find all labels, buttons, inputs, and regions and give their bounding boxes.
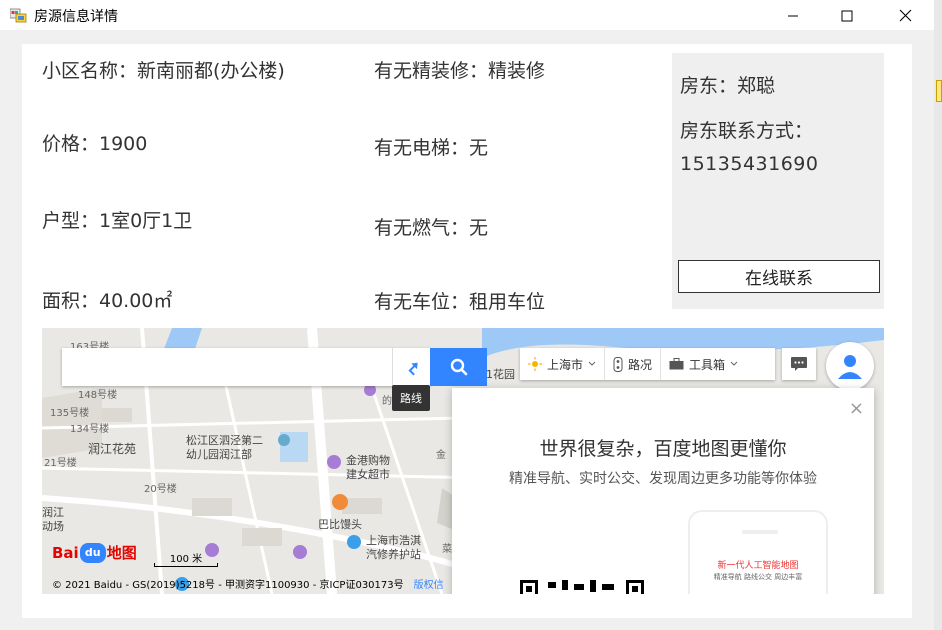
phone-speaker xyxy=(742,530,778,534)
phone-mockup: 新一代人工智能地图 精准导航 路线公交 周边丰富 xyxy=(688,510,828,594)
popup-subtitle: 精准导航、实时公交、发现周边更多功能等你体验 xyxy=(509,471,817,487)
traffic-button[interactable]: 路况 xyxy=(605,348,662,380)
chevron-down-icon xyxy=(588,361,596,366)
baidu-logo-map: 地图 xyxy=(106,544,137,562)
popup-close-button[interactable]: × xyxy=(849,398,864,419)
toolbox-button[interactable]: 工具箱 xyxy=(661,348,746,380)
minimize-button[interactable] xyxy=(770,0,816,31)
house-area: 面积：40.00㎡ xyxy=(42,290,173,312)
map-view[interactable]: 163号楼 148号楼 135号楼 134号楼 润江花苑 21号楼 20号楼 润… xyxy=(42,328,884,594)
map-scale: 100 米 xyxy=(154,550,218,567)
message-icon xyxy=(791,357,807,371)
city-label: 上海市 xyxy=(547,357,584,372)
title-bar: 房源信息详情 xyxy=(0,0,942,31)
route-tooltip: 路线 xyxy=(392,385,430,411)
elevator-status: 有无电梯：无 xyxy=(374,137,489,159)
map-label: 动场 xyxy=(42,520,64,533)
app-icon xyxy=(10,8,27,23)
map-label: 134号楼 xyxy=(70,424,110,435)
app-window: 房源信息详情 小区名称：新南丽都(办公楼) 价格：1900 户型：1室0厅1卫 … xyxy=(0,0,942,630)
map-label: 幼儿园润江部 xyxy=(186,448,252,461)
map-label: 20号楼 xyxy=(144,484,177,495)
baidu-logo-du: du xyxy=(79,542,106,563)
map-copyright-text: © 2021 Baidu - GS(2019)5218号 - 甲测资字11009… xyxy=(52,580,404,591)
parking-status: 有无车位：租用车位 xyxy=(374,291,546,313)
maximize-button[interactable] xyxy=(824,0,870,31)
background-window-edge xyxy=(934,0,942,630)
toolbox-icon xyxy=(669,358,684,370)
map-label: 的 xyxy=(382,396,392,407)
copyright-link[interactable]: 版权信 xyxy=(414,580,444,591)
community-name: 小区名称：新南丽都(办公楼) xyxy=(42,60,285,82)
landlord-contact-label: 房东联系方式： xyxy=(680,120,814,142)
map-label: 148号楼 xyxy=(78,390,118,401)
sun-icon xyxy=(528,357,542,371)
app-promo-popup: × 世界很复杂，百度地图更懂你 精准导航、实时公交、发现周边更多功能等你体验 新… xyxy=(452,388,874,594)
city-selector[interactable]: 上海市 xyxy=(520,348,606,380)
phone-subtitle: 精准导航 路线公交 周边丰富 xyxy=(713,573,803,581)
chevron-down-icon xyxy=(730,361,738,366)
map-search-button[interactable] xyxy=(430,348,487,386)
baidu-logo-bai: Bai xyxy=(52,543,79,562)
map-label: 汽修养护站 xyxy=(366,548,421,561)
map-label: 巴比馒头 xyxy=(318,518,362,531)
phone-title: 新一代人工智能地图 xyxy=(717,561,799,571)
landlord-contact-box: 房东：郑聪 房东联系方式： 15135431690 在线联系 xyxy=(672,53,884,309)
minimize-icon xyxy=(788,15,798,16)
search-icon xyxy=(450,358,467,376)
qr-code-icon xyxy=(518,578,646,594)
landlord-phone: 15135431690 xyxy=(680,153,819,175)
map-label: 菜 xyxy=(442,544,452,555)
close-icon xyxy=(899,9,911,22)
map-label: 金 xyxy=(436,450,446,461)
map-toolbar: 上海市 路况 工具箱 xyxy=(520,348,775,380)
decoration-status: 有无精装修：精装修 xyxy=(374,60,546,82)
map-label: 135号楼 xyxy=(50,408,90,419)
landlord-name: 房东：郑聪 xyxy=(680,75,776,97)
map-label: 润江花苑 xyxy=(88,442,137,456)
window-title: 房源信息详情 xyxy=(34,9,118,25)
map-scale-bar xyxy=(154,563,218,567)
user-avatar[interactable] xyxy=(826,342,874,390)
map-label: 1花园 xyxy=(486,368,515,381)
toolbox-label: 工具箱 xyxy=(689,357,726,372)
popup-title: 世界很复杂，百度地图更懂你 xyxy=(539,438,787,460)
close-button[interactable] xyxy=(882,0,928,31)
map-label: 21号楼 xyxy=(44,458,77,469)
maximize-icon xyxy=(841,10,853,21)
map-copyright: © 2021 Baidu - GS(2019)5218号 - 甲测资字11009… xyxy=(52,576,444,591)
route-button[interactable] xyxy=(392,348,430,386)
house-layout: 户型：1室0厅1卫 xyxy=(42,210,193,232)
user-icon xyxy=(838,355,862,379)
map-search-input[interactable] xyxy=(62,348,430,386)
gas-status: 有无燃气：无 xyxy=(374,217,489,239)
background-window-tab xyxy=(936,80,942,102)
online-contact-button[interactable]: 在线联系 xyxy=(678,260,880,293)
route-arrow-icon xyxy=(407,362,418,376)
baidu-logo: Bai du 地图 xyxy=(52,542,137,563)
message-button[interactable] xyxy=(782,348,816,380)
detail-panel: 小区名称：新南丽都(办公楼) 价格：1900 户型：1室0厅1卫 面积：40.0… xyxy=(22,44,912,618)
map-label: 建女超市 xyxy=(346,468,390,481)
traffic-light-icon xyxy=(613,356,623,372)
price: 价格：1900 xyxy=(42,133,148,155)
traffic-label: 路况 xyxy=(628,357,653,372)
